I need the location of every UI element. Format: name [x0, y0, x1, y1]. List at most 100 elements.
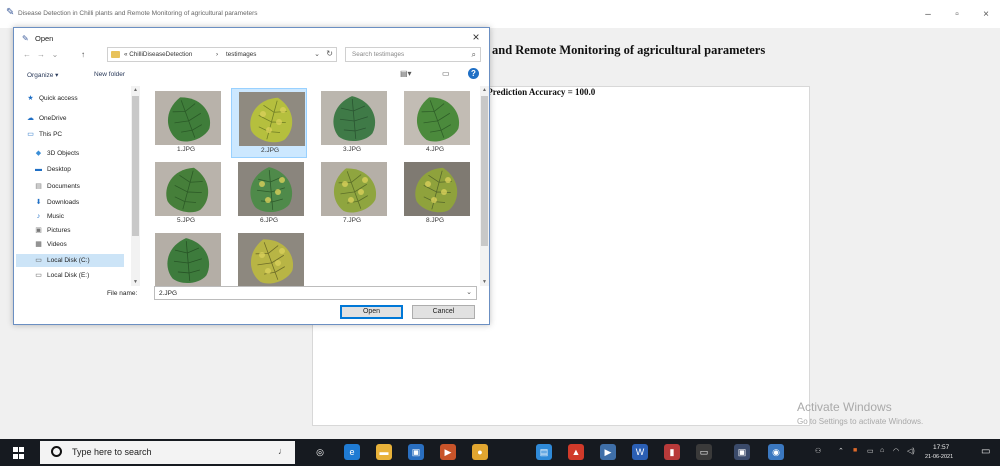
nav-item-videos[interactable]: ▦ Videos — [16, 238, 124, 251]
scroll-up-icon[interactable]: ▲ — [480, 87, 489, 93]
back-arrow-icon[interactable]: ← — [22, 50, 32, 59]
taskbar-word-icon[interactable]: W — [632, 444, 648, 460]
disease-spot — [259, 181, 265, 187]
taskbar-media-icon[interactable]: ▶ — [440, 444, 456, 460]
taskbar-pdf-icon[interactable]: ▲ — [568, 444, 584, 460]
preview-pane-icon[interactable]: ▭ — [442, 69, 450, 78]
taskbar-python-idle-icon[interactable]: ◉ — [768, 444, 784, 460]
leaf-thumbnail-drawing — [238, 233, 304, 286]
maximize-button[interactable]: ▫ — [947, 8, 967, 22]
nav-item-label: Downloads — [47, 199, 80, 206]
open-button[interactable]: Open — [340, 305, 403, 319]
help-icon[interactable]: ? — [468, 68, 479, 79]
taskbar-app-red-icon[interactable]: ▮ — [664, 444, 680, 460]
nav-item-local-disk-c[interactable]: ▭ Local Disk (C:) — [16, 254, 124, 267]
dialog-close-button[interactable]: × — [469, 30, 483, 44]
scroll-down-icon[interactable]: ▼ — [131, 279, 140, 285]
file-name-label: 8.JPG — [425, 217, 445, 224]
search-icon[interactable]: ⌕ — [472, 50, 476, 60]
taskbar-edge-icon[interactable]: e — [344, 444, 360, 460]
windows-start-icon[interactable] — [13, 447, 25, 459]
nav-item-3d-objects[interactable]: ◆ 3D Objects — [16, 147, 124, 160]
disease-spot — [259, 252, 265, 258]
disease-spot — [362, 177, 368, 183]
taskbar-task-view-icon[interactable]: ◎ — [312, 444, 328, 460]
file-tile[interactable] — [148, 230, 224, 286]
cancel-button[interactable]: Cancel — [412, 305, 475, 319]
minimize-button[interactable]: – — [918, 8, 938, 22]
file-tile[interactable]: 8.JPG — [397, 159, 473, 229]
leaf-thumbnail-drawing — [155, 162, 221, 216]
file-tile[interactable]: 1.JPG — [148, 88, 224, 158]
taskbar-search-box[interactable]: Type here to search ♩ — [40, 441, 295, 464]
nav-item-this-pc[interactable]: ▭ This PC — [16, 128, 124, 141]
app-window-title: Disease Detection in Chilli plants and R… — [18, 10, 258, 17]
leaf-thumbnail-drawing — [321, 91, 387, 145]
search-box[interactable]: Search testimages ⌕ — [345, 47, 481, 62]
file-tile[interactable] — [231, 230, 307, 286]
file-tile[interactable]: 3.JPG — [314, 88, 390, 158]
nav-item-pictures[interactable]: ▣ Pictures — [16, 224, 124, 237]
nav-item-icon: ⬇ — [35, 199, 42, 206]
action-center-icon[interactable]: ▭ — [981, 446, 990, 457]
taskbar-terminal-icon[interactable]: ▭ — [696, 444, 712, 460]
address-bar[interactable]: « ChilliDiseaseDetection › testimages ⌄ … — [107, 47, 337, 62]
tray-notification-icon[interactable]: ▭ — [867, 447, 874, 455]
file-tile[interactable]: 5.JPG — [148, 159, 224, 229]
nav-item-label: Pictures — [47, 227, 71, 234]
chevron-down-icon[interactable]: ⌄ — [314, 50, 320, 58]
taskbar-store-icon[interactable]: ▣ — [408, 444, 424, 460]
taskbar-file-explorer-icon[interactable]: ▬ — [376, 444, 392, 460]
breadcrumb-parent[interactable]: « ChilliDiseaseDetection — [124, 51, 192, 58]
breadcrumb-current[interactable]: testimages — [226, 51, 256, 58]
nav-item-onedrive[interactable]: ☁ OneDrive — [16, 112, 124, 125]
up-arrow-icon[interactable]: ↑ — [78, 50, 88, 59]
nav-item-documents[interactable]: ▤ Documents — [16, 180, 124, 193]
file-name-value: 2.JPG — [159, 290, 178, 297]
file-name-input[interactable]: 2.JPG ⌄ — [154, 286, 477, 300]
taskbar-settings-icon[interactable]: ▣ — [734, 444, 750, 460]
recent-locations-icon[interactable]: ⌄ — [50, 50, 60, 59]
taskbar-photos-icon[interactable]: ▤ — [536, 444, 552, 460]
taskbar-python-icon[interactable]: ▶ — [600, 444, 616, 460]
chevron-up-icon[interactable]: ⌃ — [838, 447, 844, 455]
tray-app-icon[interactable]: ■ — [853, 447, 857, 454]
disease-spot — [431, 197, 437, 203]
volume-icon[interactable]: ◁) — [907, 447, 915, 455]
network-icon[interactable]: ⌂ — [880, 447, 884, 454]
navigation-scroll-thumb[interactable] — [132, 96, 139, 236]
organize-button[interactable]: Organize ▾ — [27, 71, 58, 79]
taskbar-chrome-icon[interactable]: ● — [472, 444, 488, 460]
scroll-down-icon[interactable]: ▼ — [480, 279, 489, 285]
file-tile[interactable]: 7.JPG — [314, 159, 390, 229]
new-folder-button[interactable]: New folder — [94, 71, 125, 78]
close-window-button[interactable]: × — [976, 8, 996, 22]
forward-arrow-icon[interactable]: → — [36, 50, 46, 59]
file-grid-scrollbar[interactable]: ▲ ▼ — [480, 86, 489, 286]
file-grid-scroll-thumb[interactable] — [481, 96, 488, 246]
people-icon[interactable]: ⚇ — [815, 447, 821, 455]
nav-item-local-disk-e[interactable]: ▭ Local Disk (E:) — [16, 269, 124, 282]
view-options-icon[interactable]: ▤▾ — [400, 69, 412, 78]
nav-item-desktop[interactable]: ▬ Desktop — [16, 163, 124, 176]
scroll-up-icon[interactable]: ▲ — [131, 87, 140, 93]
nav-item-downloads[interactable]: ⬇ Downloads — [16, 196, 124, 209]
taskbar-clock-date[interactable]: 21-06-2021 — [925, 454, 953, 460]
navigation-scrollbar[interactable]: ▲ ▼ — [131, 86, 140, 286]
disease-spot — [342, 181, 348, 187]
microphone-icon[interactable]: ♩ — [278, 446, 287, 456]
prediction-accuracy-text: d Prediction Accuracy = 100.0 — [480, 87, 596, 97]
file-tile[interactable]: 4.JPG — [397, 88, 473, 158]
leaf-thumbnail-image — [321, 162, 387, 216]
file-name-label: 5.JPG — [176, 217, 196, 224]
file-tile[interactable]: 2.JPG — [231, 88, 307, 158]
nav-item-quick-access[interactable]: ★ Quick access — [16, 92, 124, 105]
disease-spot — [266, 127, 272, 133]
nav-item-music[interactable]: ♪ Music — [16, 210, 124, 223]
wifi-icon[interactable]: ◠ — [893, 447, 899, 455]
refresh-icon[interactable]: ↻ — [326, 49, 333, 58]
feather-icon: ✎ — [22, 34, 29, 43]
file-tile[interactable]: 6.JPG — [231, 159, 307, 229]
chevron-down-icon[interactable]: ⌄ — [466, 288, 472, 296]
taskbar-clock-time[interactable]: 17:57 — [933, 444, 949, 451]
